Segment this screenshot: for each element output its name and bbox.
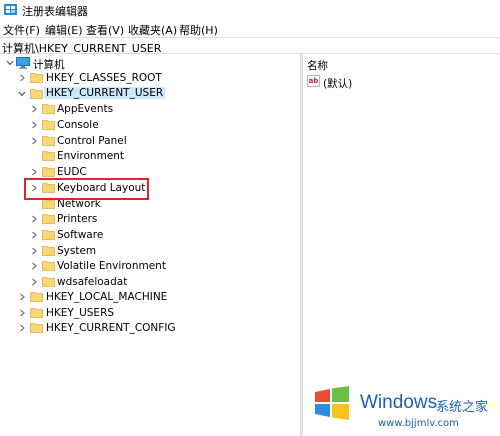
- tree-key-label: System: [57, 245, 97, 257]
- tree-key-volatile-environment[interactable]: Volatile Environment: [0, 259, 180, 274]
- watermark-url: www.bjjmlv.com: [378, 418, 459, 429]
- tree-hive-local-machine[interactable]: HKEY_LOCAL_MACHINE: [0, 290, 170, 305]
- folder-icon: [42, 104, 55, 114]
- watermark: Windows 系统之家 www.bjjmlv.com: [312, 382, 500, 436]
- folder-open-icon: [30, 89, 43, 99]
- folder-icon: [30, 308, 43, 318]
- value-name: (默认): [323, 78, 353, 90]
- address-bar[interactable]: 计算机\HKEY_CURRENT_USER: [0, 37, 500, 55]
- tree-hive-label: HKEY_CURRENT_CONFIG: [46, 322, 176, 334]
- regedit-app-icon: [4, 4, 17, 15]
- chevron-right-icon[interactable]: [29, 230, 39, 240]
- tree-hive-current-user[interactable]: HKEY_CURRENT_USER: [0, 87, 166, 102]
- tree-key-label: Environment: [57, 150, 125, 162]
- chevron-right-icon[interactable]: [29, 261, 39, 271]
- chevron-right-icon[interactable]: [29, 167, 39, 177]
- menu-view[interactable]: 查看(V): [86, 22, 124, 38]
- chevron-down-icon[interactable]: [17, 89, 27, 99]
- tree-key-label: EUDC: [57, 166, 87, 178]
- chevron-right-icon[interactable]: [17, 308, 27, 318]
- folder-icon: [30, 292, 43, 302]
- chevron-right-icon[interactable]: [29, 136, 39, 146]
- tree-hive-current-config[interactable]: HKEY_CURRENT_CONFIG: [0, 321, 180, 336]
- annotation-highlight-box: [24, 178, 149, 200]
- title-bar: 注册表编辑器: [0, 0, 500, 19]
- windows-logo-icon: [315, 386, 349, 420]
- folder-icon: [42, 214, 55, 224]
- tree-key-label: Volatile Environment: [57, 260, 166, 272]
- folder-icon: [42, 246, 55, 256]
- computer-icon: [16, 57, 30, 69]
- tree-hive-label-selected: HKEY_CURRENT_USER: [44, 87, 166, 99]
- tree-root-label: 计算机: [33, 59, 65, 71]
- tree-hive-classes-root[interactable]: HKEY_CLASSES_ROOT: [0, 71, 162, 86]
- chevron-right-icon[interactable]: [29, 104, 39, 114]
- values-pane[interactable]: 名称 ab (默认): [303, 54, 500, 436]
- window-title: 注册表编辑器: [22, 5, 88, 18]
- tree-key-label: Printers: [57, 213, 98, 225]
- folder-icon: [42, 136, 55, 146]
- string-value-icon: ab: [307, 75, 320, 87]
- tree-key-printers[interactable]: Printers: [0, 212, 160, 227]
- folder-icon: [42, 120, 55, 130]
- tree-hive-users[interactable]: HKEY_USERS: [0, 306, 160, 321]
- tree-key-label: AppEvents: [57, 103, 114, 115]
- tree-key-software[interactable]: Software: [0, 228, 160, 243]
- tree-key-label: Control Panel: [57, 135, 127, 147]
- folder-icon: [30, 73, 43, 83]
- tree-key-control-panel[interactable]: Control Panel: [0, 134, 160, 149]
- tree-hive-label: HKEY_LOCAL_MACHINE: [46, 291, 168, 303]
- tree-root-computer[interactable]: 计算机: [0, 56, 90, 71]
- tree-key-appevents[interactable]: AppEvents: [0, 102, 160, 117]
- menu-bar: 文件(F) 编辑(E) 查看(V) 收藏夹(A) 帮助(H): [0, 19, 500, 37]
- chevron-right-icon[interactable]: [17, 73, 27, 83]
- menu-file[interactable]: 文件(F): [3, 22, 40, 38]
- menu-favorites[interactable]: 收藏夹(A): [128, 22, 177, 38]
- folder-icon: [42, 277, 55, 287]
- tree-key-environment[interactable]: Environment: [0, 149, 160, 164]
- tree-key-console[interactable]: Console: [0, 118, 160, 133]
- folder-icon: [42, 167, 55, 177]
- tree-hive-label: HKEY_USERS: [46, 307, 115, 319]
- chevron-right-icon[interactable]: [29, 120, 39, 130]
- chevron-right-icon[interactable]: [17, 323, 27, 333]
- watermark-brand: Windows: [360, 392, 438, 413]
- folder-icon: [42, 261, 55, 271]
- tree-key-label: Software: [57, 229, 104, 241]
- chevron-right-icon[interactable]: [29, 277, 39, 287]
- chevron-right-icon[interactable]: [17, 292, 27, 302]
- watermark-sub: 系统之家: [436, 400, 489, 415]
- tree-hive-label: HKEY_CLASSES_ROOT: [46, 72, 162, 84]
- key-tree-pane[interactable]: 计算机 HKEY_CLASSES_ROOT HKEY_CURRENT_USER …: [0, 54, 300, 436]
- chevron-right-icon[interactable]: [29, 246, 39, 256]
- tree-key-label: Console: [57, 119, 99, 131]
- tree-key-system[interactable]: System: [0, 244, 160, 259]
- folder-icon: [30, 323, 43, 333]
- folder-icon: [42, 230, 55, 240]
- column-header-name[interactable]: 名称: [307, 58, 328, 73]
- folder-icon: [42, 151, 55, 161]
- menu-edit[interactable]: 编辑(E): [45, 22, 83, 38]
- tree-key-label: wdsafeloadat: [57, 276, 128, 288]
- tree-key-wdsafeloadat[interactable]: wdsafeloadat: [0, 275, 160, 290]
- chevron-right-icon[interactable]: [29, 214, 39, 224]
- menu-help[interactable]: 帮助(H): [179, 22, 218, 38]
- chevron-down-icon[interactable]: [5, 58, 15, 68]
